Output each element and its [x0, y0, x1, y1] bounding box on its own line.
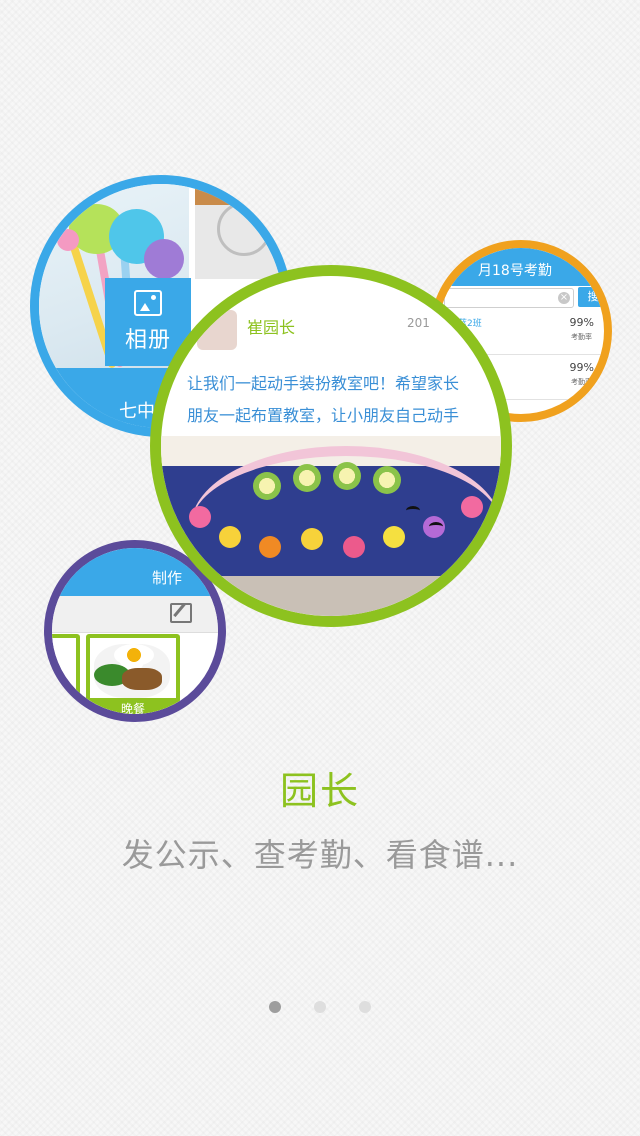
post-photo — [161, 436, 501, 616]
page-dot[interactable] — [314, 1001, 326, 1013]
post-preview-circle: 崔园长 201 让我们一起动手装扮教室吧！希望家长 朋友一起布置教室，让小朋友自… — [150, 265, 512, 627]
pompom-decor — [57, 229, 79, 251]
page-title: 园长 — [279, 769, 360, 813]
flower-decor — [253, 472, 281, 500]
flower-decor — [189, 506, 211, 528]
attendance-row-rate-label: 考勤率 — [571, 378, 592, 386]
flower-decor — [293, 464, 321, 492]
bird-decor — [406, 506, 420, 515]
flower-decor — [301, 528, 323, 550]
clear-icon[interactable]: × — [558, 292, 570, 304]
attendance-row-percent: 99% — [569, 361, 594, 374]
food-meat-image — [122, 668, 162, 690]
attendance-header: 月18号考勤 — [438, 248, 604, 286]
flower-decor — [373, 466, 401, 494]
post-date: 201 — [407, 316, 430, 330]
attendance-row-rate-label: 考勤率 — [571, 333, 592, 341]
flower-decor — [219, 526, 241, 548]
image-icon — [134, 290, 162, 316]
food-card[interactable] — [52, 634, 80, 714]
flower-decor — [333, 462, 361, 490]
post-author: 崔园长 — [247, 318, 296, 337]
food-card[interactable]: 晚餐 — [86, 634, 180, 714]
flower-decor — [461, 496, 483, 518]
page-dot[interactable] — [359, 1001, 372, 1013]
flower-decor — [383, 526, 405, 548]
attendance-search-button[interactable]: 搜 — [578, 287, 604, 307]
attendance-row-percent: 99% — [569, 316, 594, 329]
flower-decor — [343, 536, 365, 558]
food-card-label: 晚餐 — [90, 698, 176, 714]
page-dot-active[interactable] — [268, 1001, 281, 1013]
flower-decor — [259, 536, 281, 558]
post-text-line: 朋友一起布置教室，让小朋友自己动手 — [187, 406, 460, 425]
post-text: 让我们一起动手装扮教室吧！希望家长 朋友一起布置教室，让小朋友自己动手 — [187, 368, 501, 432]
page-description: 发公示、查考勤、看食谱... — [121, 836, 519, 874]
avatar — [197, 310, 237, 350]
fan-decor — [217, 202, 271, 256]
album-band-text: 七中 — [119, 401, 155, 422]
bird-decor — [429, 522, 443, 531]
attendance-search-input[interactable]: × — [444, 288, 574, 308]
page-indicator — [0, 998, 640, 1017]
post-text-line: 让我们一起动手装扮教室吧！希望家长 — [187, 374, 460, 393]
pompom-decor — [144, 239, 184, 279]
food-egg-image — [114, 644, 154, 666]
album-photo-fan — [195, 184, 283, 279]
